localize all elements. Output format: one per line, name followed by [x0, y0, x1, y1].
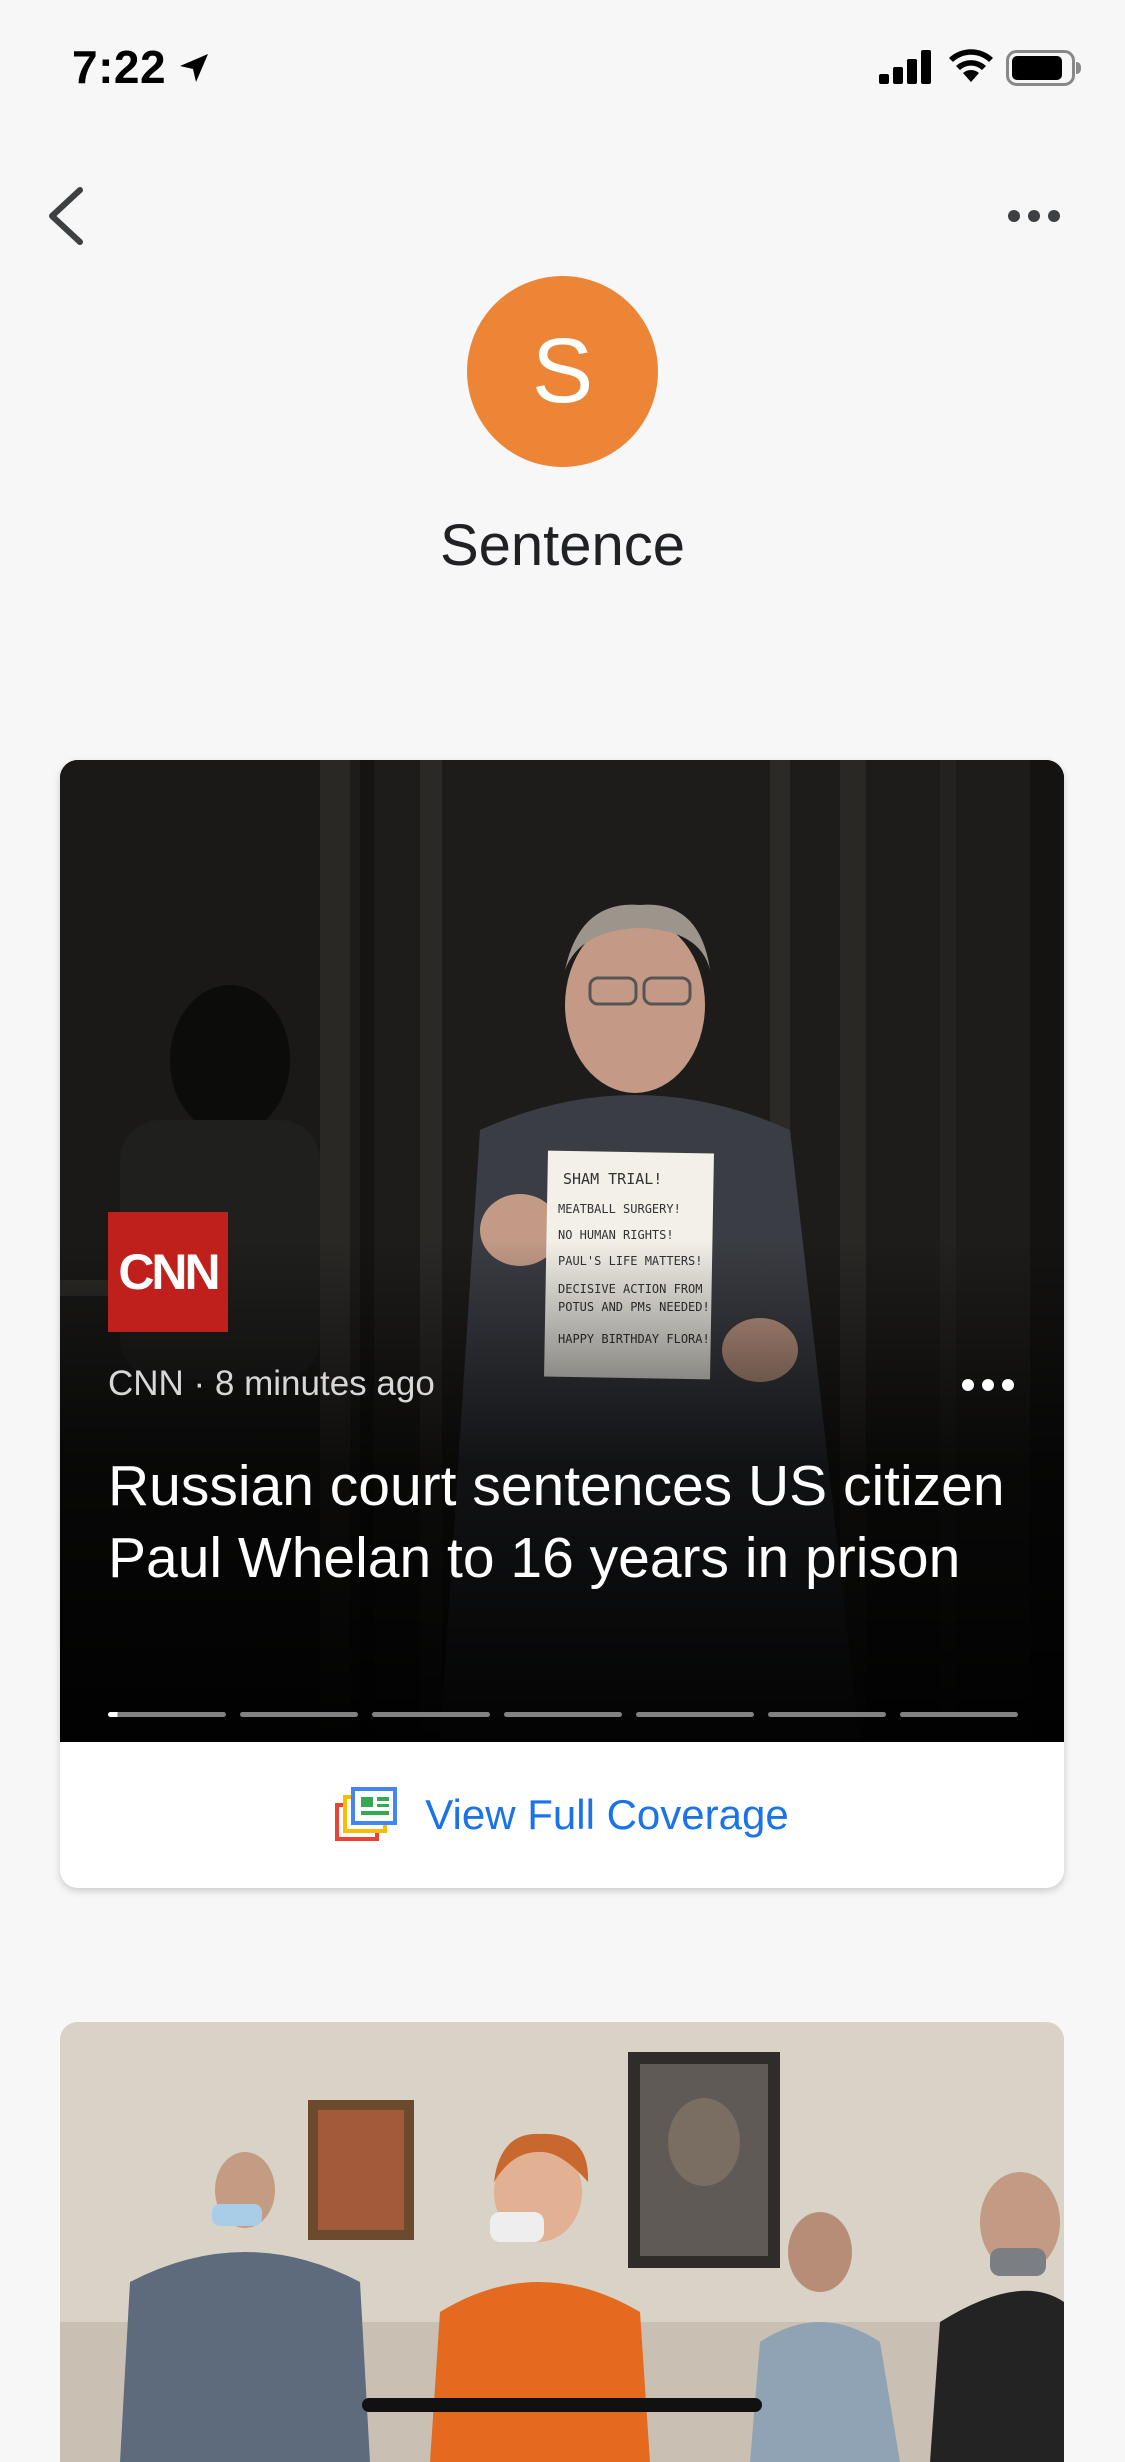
story-image[interactable]: SHAM TRIAL! MEATBALL SURGERY! NO HUMAN R…	[60, 760, 1064, 1742]
svg-text:MEATBALL SURGERY!: MEATBALL SURGERY!	[558, 1202, 681, 1216]
story-card[interactable]: SHAM TRIAL! MEATBALL SURGERY! NO HUMAN R…	[60, 760, 1064, 1888]
wifi-icon	[949, 49, 993, 82]
progress-segment	[504, 1712, 622, 1717]
story-more-button[interactable]	[960, 1370, 1016, 1400]
view-full-coverage-label: View Full Coverage	[425, 1791, 789, 1838]
cellular-signal-icon	[879, 50, 931, 84]
story-source-time: CNN · 8 minutes ago	[108, 1364, 435, 1403]
chevron-left-icon	[49, 187, 83, 245]
progress-segment	[108, 1712, 226, 1717]
home-indicator	[362, 2398, 762, 2412]
progress-segment	[372, 1712, 490, 1717]
full-coverage-icon	[335, 1787, 398, 1841]
battery-icon	[1006, 50, 1081, 86]
story-image[interactable]	[60, 2022, 1064, 2462]
page-title: Sentence	[439, 513, 686, 578]
progress-segment	[636, 1712, 754, 1717]
progress-segment	[240, 1712, 358, 1717]
more-horizontal-icon	[962, 1379, 1014, 1391]
story-headline[interactable]: Russian court sentences US citizen Paul …	[108, 1450, 1018, 1594]
svg-text:SHAM TRIAL!: SHAM TRIAL!	[563, 1170, 662, 1188]
location-arrow-icon	[180, 54, 208, 82]
topic-avatar-letter: S	[531, 320, 594, 422]
topic-avatar: S	[467, 276, 658, 467]
story-progress	[108, 1712, 1018, 1718]
story-card[interactable]	[60, 2022, 1064, 2462]
view-full-coverage-button[interactable]: View Full Coverage	[60, 1742, 1064, 1888]
more-options-button[interactable]	[1004, 194, 1064, 238]
status-bar: 7:22	[0, 0, 1125, 132]
more-horizontal-icon	[1008, 210, 1060, 222]
back-button[interactable]	[40, 180, 100, 252]
source-logo: CNN	[108, 1212, 228, 1332]
progress-segment	[768, 1712, 886, 1717]
progress-segment	[900, 1712, 1018, 1717]
status-time: 7:22	[72, 41, 167, 93]
